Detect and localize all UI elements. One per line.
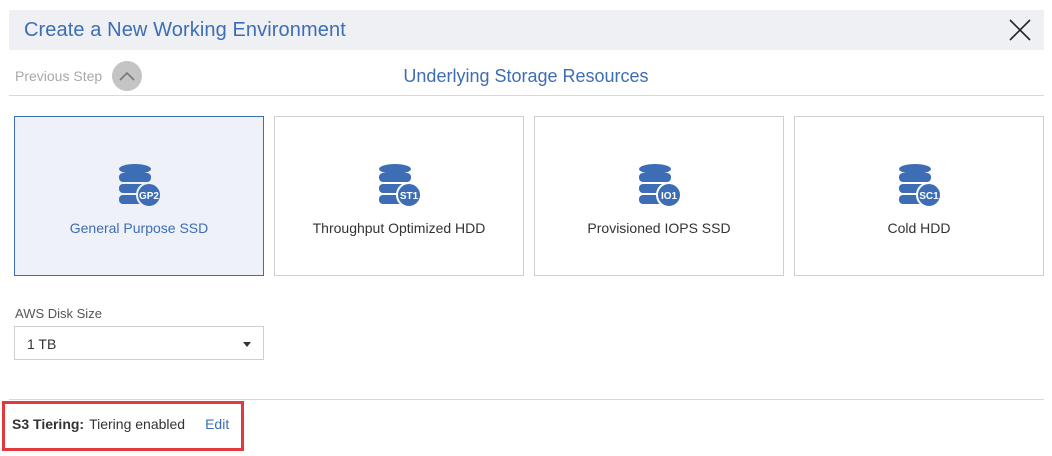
storage-card-label: Cold HDD (887, 220, 951, 236)
card-badge: GP2 (139, 191, 159, 202)
storage-card-gp2[interactable]: GP2 General Purpose SSD (14, 116, 264, 276)
section-title: Underlying Storage Resources (403, 66, 649, 86)
close-button[interactable] (996, 10, 1044, 50)
storage-card-label: Provisioned IOPS SSD (587, 220, 731, 236)
database-icon: SC1 (899, 164, 942, 208)
storage-card-sc1[interactable]: SC1 Cold HDD (794, 116, 1044, 276)
divider (9, 399, 1044, 400)
disk-size-label: AWS Disk Size (15, 306, 102, 321)
s3-tiering-status: Tiering enabled (89, 416, 186, 432)
close-icon (1009, 19, 1031, 41)
storage-card-label: Throughput Optimized HDD (312, 220, 486, 236)
storage-card-io1[interactable]: IO1 Provisioned IOPS SSD (534, 116, 784, 276)
card-badge: IO1 (661, 191, 678, 202)
storage-card-label: General Purpose SSD (69, 220, 209, 236)
disk-size-select[interactable]: 1 TB (14, 326, 264, 360)
database-icon: ST1 (379, 164, 422, 208)
card-badge: SC1 (919, 191, 939, 202)
s3-tiering-row: S3 Tiering: Tiering enabled Edit (12, 416, 229, 432)
s3-tiering-label: S3 Tiering: (12, 416, 85, 432)
dialog-title: Create a New Working Environment (24, 19, 346, 41)
disk-size-value: 1 TB (27, 336, 57, 352)
storage-card-st1[interactable]: ST1 Throughput Optimized HDD (274, 116, 524, 276)
dialog-header: Create a New Working Environment (9, 10, 1044, 50)
caret-down-icon (243, 342, 251, 347)
database-icon: IO1 (639, 164, 682, 208)
edit-tiering-link[interactable]: Edit (205, 416, 229, 432)
divider (9, 95, 1044, 96)
card-badge: ST1 (400, 191, 419, 202)
database-icon: GP2 (119, 164, 162, 208)
